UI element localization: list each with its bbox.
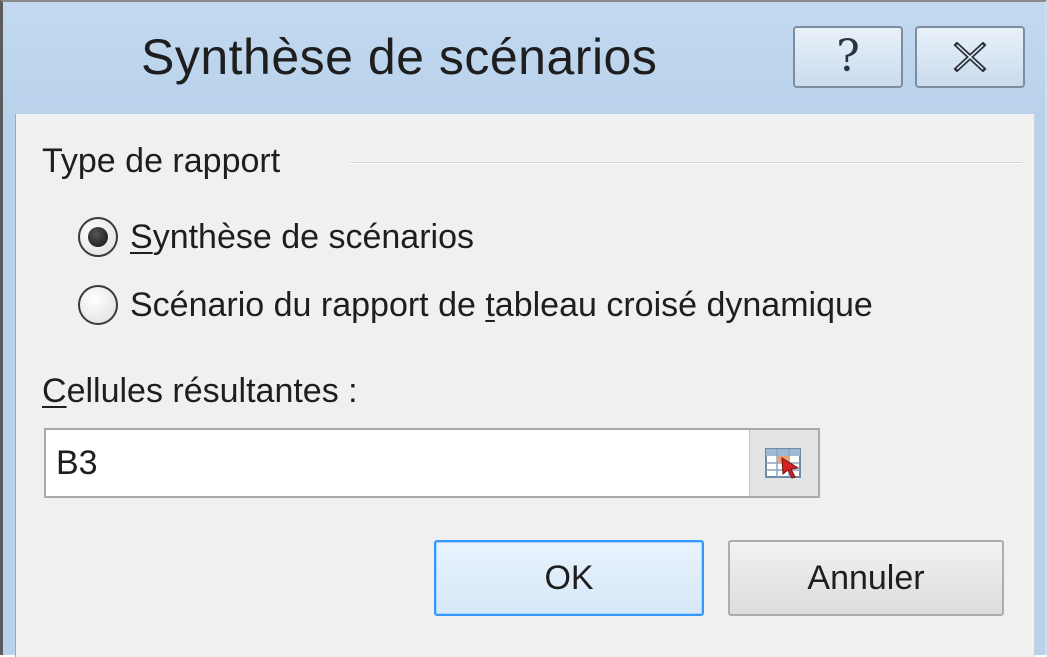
group-divider [350, 162, 1022, 164]
ok-button[interactable]: OK [434, 540, 704, 616]
title-bar[interactable]: Synthèse de scénarios ? [3, 2, 1045, 114]
radio-pivot-table-report-label: Scénario du rapport de tableau croisé dy… [130, 285, 873, 324]
result-cells-input[interactable] [46, 430, 749, 496]
range-selector-icon [765, 448, 801, 479]
collapse-dialog-button[interactable] [749, 430, 818, 496]
close-icon [953, 42, 987, 72]
dialog-title: Synthèse de scénarios [141, 29, 658, 85]
radio-button-selected[interactable] [78, 217, 118, 257]
access-key: C [42, 372, 67, 410]
radio-scenario-summary[interactable]: Synthèse de scénarios [78, 212, 474, 262]
radio-scenario-summary-label: Synthèse de scénarios [130, 217, 474, 256]
access-key: t [485, 285, 495, 324]
scenario-summary-dialog: Synthèse de scénarios ? Type de rapport … [0, 0, 1047, 657]
cancel-button[interactable]: Annuler [728, 540, 1004, 616]
result-cells-label: Cellules résultantes : [42, 372, 358, 410]
access-key: S [130, 217, 153, 256]
dialog-body: Type de rapport Synthèse de scénarios Sc… [15, 114, 1035, 657]
help-button[interactable]: ? [793, 26, 903, 88]
radio-pivot-table-report[interactable]: Scénario du rapport de tableau croisé dy… [78, 280, 873, 330]
close-button[interactable] [915, 26, 1025, 88]
radio-button[interactable] [78, 285, 118, 325]
radio-dot [88, 227, 108, 247]
result-cells-field [44, 428, 820, 498]
help-icon: ? [836, 31, 860, 82]
report-type-group-label: Type de rapport [42, 142, 281, 180]
